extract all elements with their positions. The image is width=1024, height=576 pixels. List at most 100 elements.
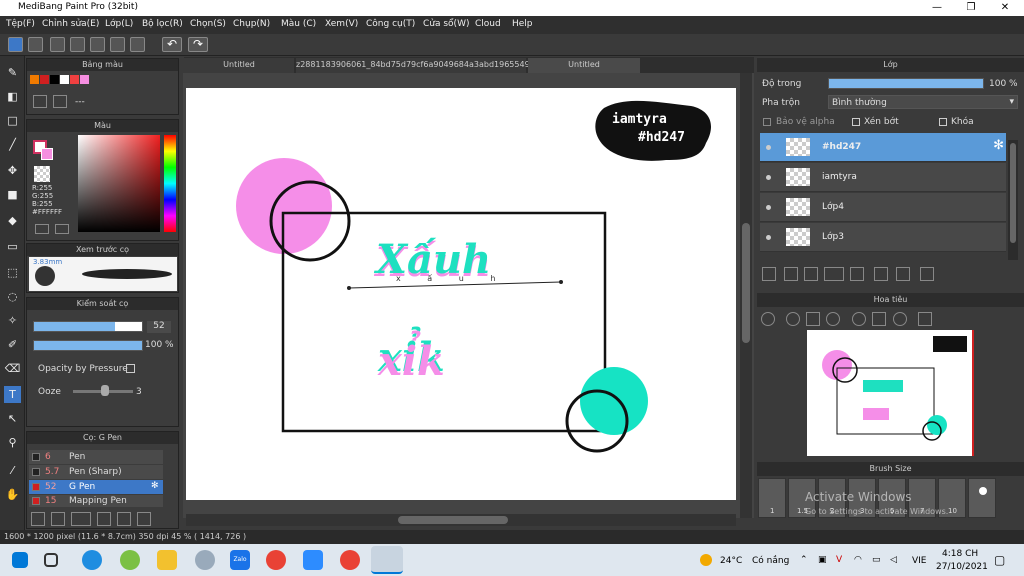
brush-item[interactable]: 5.7 Pen (Sharp) [29, 465, 163, 479]
menu-color[interactable]: Màu (C) [281, 19, 316, 29]
layer-row[interactable]: Lớp3 [760, 223, 1006, 252]
layer-row[interactable]: Lớp4 [760, 193, 1006, 222]
opacity-pressure-checkbox[interactable] [126, 364, 135, 373]
eraser-tool-icon[interactable]: ◧ [4, 88, 21, 105]
text-tool-icon[interactable]: T [4, 386, 21, 403]
app-icon[interactable] [120, 550, 140, 570]
color-option-icon[interactable] [35, 224, 49, 234]
add-layer-menu-icon[interactable] [824, 267, 844, 281]
protect-alpha-checkbox[interactable] [763, 118, 771, 126]
brush-new-icon[interactable] [51, 512, 65, 526]
rotate-right-icon[interactable] [893, 312, 907, 326]
select-eraser-icon[interactable]: ⌫ [4, 360, 21, 377]
language-indicator[interactable]: VIE [912, 556, 927, 566]
cloud-icon[interactable] [8, 37, 23, 52]
brush-size-cell[interactable]: 1 [758, 478, 786, 518]
folder-icon[interactable] [850, 267, 864, 281]
select-tool-icon[interactable]: ⬚ [4, 264, 21, 281]
dropper2-icon[interactable]: ⁄ [4, 462, 21, 479]
menu-view[interactable]: Xem(V) [325, 19, 358, 29]
clock-time[interactable]: 4:18 CH [942, 549, 978, 559]
zoom-in2-icon[interactable] [786, 312, 800, 326]
ooze-handle[interactable] [101, 385, 109, 396]
clock-date[interactable]: 27/10/2021 [936, 562, 988, 572]
tray-icon-1[interactable]: ▣ [818, 555, 827, 565]
wifi-icon[interactable]: ◠ [854, 555, 862, 565]
tray-icon-2[interactable]: V [836, 555, 842, 565]
menu-help[interactable]: Help [512, 19, 533, 29]
tile-icon[interactable] [130, 37, 145, 52]
layer-scrollbar[interactable] [1008, 140, 1018, 260]
delete-palette-icon[interactable] [53, 95, 67, 108]
line-tool-icon[interactable]: ╱ [4, 136, 21, 153]
new-layer-icon[interactable] [762, 267, 776, 281]
hue-bar[interactable] [164, 135, 176, 232]
menu-edit[interactable]: Chỉnh sửa(E) [42, 19, 99, 29]
brush-add-icon[interactable] [31, 512, 45, 526]
secondary-color[interactable] [41, 148, 53, 160]
menu-window[interactable]: Cửa sổ(W) [423, 19, 469, 29]
swatch-red[interactable] [40, 75, 49, 84]
tab-untitled-active[interactable]: Untitled [528, 58, 640, 73]
gear-icon[interactable]: ✻ [151, 481, 159, 491]
page-icon[interactable] [90, 37, 105, 52]
brush-item[interactable]: 6 Pen [29, 450, 163, 464]
eye-icon[interactable] [766, 145, 771, 150]
magic-wand-icon[interactable]: ✧ [4, 312, 21, 329]
color-option2-icon[interactable] [55, 224, 69, 234]
grid-icon[interactable] [110, 37, 125, 52]
brush-tool-icon[interactable]: ✎ [4, 64, 21, 81]
zoom-in-icon[interactable] [761, 312, 775, 326]
brush-item[interactable]: 15 Mapping Pen [29, 495, 163, 507]
menu-layer[interactable]: Lớp(L) [105, 19, 133, 29]
rotate-left-icon[interactable] [852, 312, 866, 326]
zalo-icon[interactable]: Zalo [230, 550, 250, 570]
zoom-out-icon[interactable] [826, 312, 840, 326]
swatch-white[interactable] [60, 75, 69, 84]
comment-icon[interactable] [50, 37, 65, 52]
clipping-checkbox[interactable] [852, 118, 860, 126]
new-layer2-icon[interactable] [784, 267, 798, 281]
new-palette-icon[interactable] [33, 95, 47, 108]
battery-icon[interactable]: ▭ [872, 555, 881, 565]
swatch-black[interactable] [50, 75, 59, 84]
swatch-red2[interactable] [70, 75, 79, 84]
folder-icon[interactable] [117, 512, 131, 526]
layer-row-selected[interactable]: #hd247 ✻ [760, 133, 1006, 162]
vertical-scrollbar[interactable] [740, 73, 752, 518]
task-view-icon[interactable] [44, 553, 58, 567]
volume-icon[interactable]: ◁ [890, 555, 897, 565]
select-pen-icon[interactable]: ✐ [4, 336, 21, 353]
blend-select[interactable]: Bình thường ▾ [828, 95, 1018, 109]
minimize-button[interactable]: — [920, 0, 954, 16]
brush-item-selected[interactable]: 52 G Pen ✻ [29, 480, 163, 494]
duplicate-layer-icon[interactable] [874, 267, 888, 281]
brush-duplicate-icon[interactable] [137, 512, 151, 526]
menu-filter[interactable]: Bộ lọc(R) [142, 19, 183, 29]
size-slider[interactable] [33, 321, 143, 332]
notification-icon[interactable]: ▢ [994, 553, 1005, 567]
lock-checkbox[interactable] [939, 118, 947, 126]
swatch-pink[interactable] [80, 75, 89, 84]
swatch-orange[interactable] [30, 75, 39, 84]
bucket-tool-icon[interactable]: ◆ [4, 212, 21, 229]
rect-tool-icon[interactable]: □ [4, 112, 21, 129]
hand-tool-icon[interactable]: ✋ [4, 486, 21, 503]
redo-icon[interactable]: ↷ [188, 37, 208, 52]
navigator-preview[interactable] [807, 330, 974, 456]
brush-edit-icon[interactable] [97, 512, 111, 526]
chrome2-icon[interactable] [340, 550, 360, 570]
eye-icon[interactable] [766, 175, 771, 180]
layer-opacity-slider[interactable] [828, 78, 984, 89]
new-layer3-icon[interactable] [804, 267, 818, 281]
eye-icon[interactable] [766, 205, 771, 210]
menu-select[interactable]: Chọn(S) [190, 19, 226, 29]
tab-untitled-1[interactable]: Untitled [184, 58, 294, 73]
zoom-icon[interactable] [303, 550, 323, 570]
close-button[interactable]: ✕ [988, 0, 1022, 16]
edge-icon[interactable] [82, 550, 102, 570]
move-tool-icon[interactable]: ✥ [4, 162, 21, 179]
share-icon[interactable] [28, 37, 43, 52]
transparent-color[interactable] [34, 166, 50, 182]
eyedropper-icon[interactable]: ⚲ [4, 434, 21, 451]
